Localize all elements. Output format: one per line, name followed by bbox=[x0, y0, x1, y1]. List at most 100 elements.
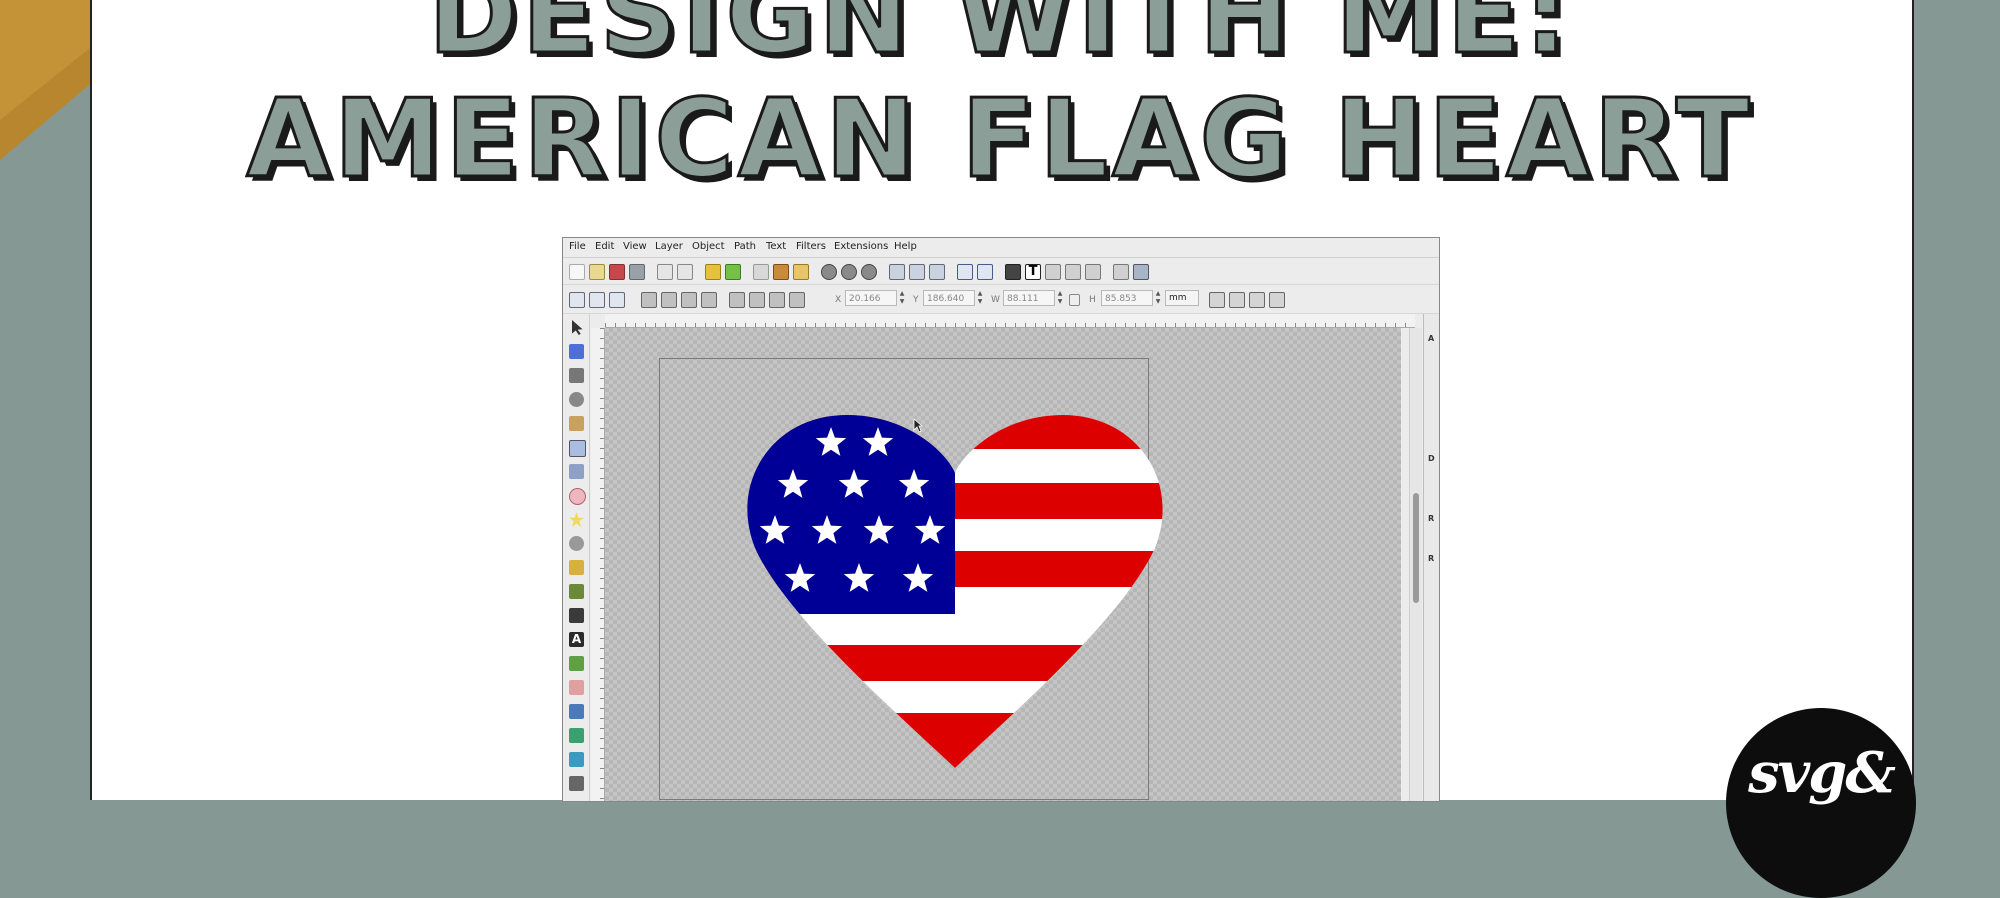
raise-icon[interactable] bbox=[749, 292, 765, 308]
ellipse-tool-icon[interactable] bbox=[569, 488, 586, 505]
unlink-clone-icon[interactable] bbox=[929, 264, 945, 280]
spiral-tool-icon[interactable] bbox=[569, 536, 584, 551]
menu-view[interactable]: View bbox=[623, 241, 647, 252]
measure-tool-icon[interactable] bbox=[569, 416, 584, 431]
import-icon[interactable] bbox=[657, 264, 673, 280]
menu-help[interactable]: Help bbox=[894, 241, 917, 252]
clone-icon[interactable] bbox=[909, 264, 925, 280]
fill-stroke-icon[interactable] bbox=[1005, 264, 1021, 280]
dock-label-r2: R bbox=[1428, 554, 1435, 563]
x-field[interactable]: 20.166 bbox=[845, 290, 897, 306]
export-icon[interactable] bbox=[677, 264, 693, 280]
align-distribute-icon[interactable] bbox=[1085, 264, 1101, 280]
xml-editor-icon[interactable] bbox=[1065, 264, 1081, 280]
raise-to-top-icon[interactable] bbox=[729, 292, 745, 308]
page-title-line-1: DESIGN WITH ME: bbox=[427, 0, 1572, 78]
print-icon[interactable] bbox=[629, 264, 645, 280]
h-field[interactable]: 85.853 bbox=[1101, 290, 1153, 306]
h-label: H bbox=[1089, 295, 1096, 305]
scrollbar-thumb[interactable] bbox=[1413, 493, 1419, 603]
mouse-cursor-icon bbox=[913, 418, 923, 433]
pencil-tool-icon[interactable] bbox=[569, 560, 584, 575]
zoom-drawing-icon[interactable] bbox=[841, 264, 857, 280]
lock-ratio-icon[interactable] bbox=[1069, 294, 1080, 306]
w-field[interactable]: 88.111 bbox=[1003, 290, 1055, 306]
document-properties-icon[interactable] bbox=[1113, 264, 1129, 280]
paste-icon[interactable] bbox=[793, 264, 809, 280]
toolbox: A bbox=[563, 314, 590, 801]
transform-patterns-icon[interactable] bbox=[1269, 292, 1285, 308]
lower-to-bottom-icon[interactable] bbox=[789, 292, 805, 308]
flip-vertical-icon[interactable] bbox=[701, 292, 717, 308]
rectangle-tool-icon[interactable] bbox=[569, 440, 586, 457]
menu-text[interactable]: Text bbox=[766, 241, 786, 252]
save-icon[interactable] bbox=[609, 264, 625, 280]
menu-extensions[interactable]: Extensions bbox=[834, 241, 888, 252]
unit-select[interactable]: mm bbox=[1165, 290, 1199, 306]
spray-tool-icon[interactable] bbox=[569, 656, 584, 671]
dock-label-d: D bbox=[1428, 454, 1435, 463]
layers-icon[interactable] bbox=[1045, 264, 1061, 280]
y-spin-arrows-icon[interactable]: ▲ ▼ bbox=[976, 290, 984, 306]
rotate-ccw-icon[interactable] bbox=[641, 292, 657, 308]
dock-panel: A D R R bbox=[1423, 314, 1439, 801]
x-spin-arrows-icon[interactable]: ▲ ▼ bbox=[898, 290, 906, 306]
gradient-tool-icon[interactable] bbox=[569, 728, 584, 743]
flag-stripe-red bbox=[747, 645, 1163, 681]
pen-tool-icon[interactable] bbox=[569, 584, 584, 599]
menu-layer[interactable]: Layer bbox=[655, 241, 683, 252]
menu-edit[interactable]: Edit bbox=[595, 241, 614, 252]
zoom-page-icon[interactable] bbox=[861, 264, 877, 280]
preferences-icon[interactable] bbox=[1133, 264, 1149, 280]
scale-stroke-icon[interactable] bbox=[1209, 292, 1225, 308]
american-flag-heart[interactable] bbox=[747, 413, 1163, 773]
lower-icon[interactable] bbox=[769, 292, 785, 308]
redo-icon[interactable] bbox=[725, 264, 741, 280]
eraser-tool-icon[interactable] bbox=[569, 680, 584, 695]
transform-gradients-icon[interactable] bbox=[1249, 292, 1265, 308]
open-folder-icon[interactable] bbox=[589, 264, 605, 280]
paint-bucket-tool-icon[interactable] bbox=[569, 704, 584, 719]
brand-logo-text: svg& bbox=[1748, 740, 1896, 806]
h-spin-arrows-icon[interactable]: ▲ ▼ bbox=[1154, 290, 1162, 306]
undo-icon[interactable] bbox=[705, 264, 721, 280]
duplicate-icon[interactable] bbox=[889, 264, 905, 280]
flip-horizontal-icon[interactable] bbox=[681, 292, 697, 308]
menu-file[interactable]: File bbox=[569, 241, 586, 252]
w-label: W bbox=[991, 295, 1000, 305]
menu-filters[interactable]: Filters bbox=[796, 241, 826, 252]
menu-path[interactable]: Path bbox=[734, 241, 756, 252]
calligraphy-tool-icon[interactable] bbox=[569, 608, 584, 623]
menu-object[interactable]: Object bbox=[692, 241, 725, 252]
vertical-ruler bbox=[591, 328, 605, 801]
w-spin-arrows-icon[interactable]: ▲ ▼ bbox=[1056, 290, 1064, 306]
selector-tool-icon[interactable] bbox=[572, 320, 583, 335]
star-tool-icon[interactable] bbox=[569, 512, 584, 527]
text-font-icon[interactable]: T bbox=[1025, 264, 1041, 280]
cut-icon[interactable] bbox=[773, 264, 789, 280]
vertical-scrollbar[interactable] bbox=[1409, 328, 1422, 801]
zoom-selection-icon[interactable] bbox=[821, 264, 837, 280]
y-label: Y bbox=[913, 295, 919, 305]
3d-box-tool-icon[interactable] bbox=[569, 464, 584, 479]
ungroup-icon[interactable] bbox=[977, 264, 993, 280]
new-document-icon[interactable] bbox=[569, 264, 585, 280]
dropper-tool-icon[interactable] bbox=[569, 776, 584, 791]
commands-toolbar: T bbox=[563, 258, 1439, 285]
node-tool-icon[interactable] bbox=[569, 344, 584, 359]
scale-corners-icon[interactable] bbox=[1229, 292, 1245, 308]
y-field[interactable]: 186.640 bbox=[923, 290, 975, 306]
menu-bar: File Edit View Layer Object Path Text Fi… bbox=[563, 238, 1439, 258]
deselect-icon[interactable] bbox=[609, 292, 625, 308]
rotate-cw-icon[interactable] bbox=[661, 292, 677, 308]
x-label: X bbox=[835, 295, 842, 305]
horizontal-ruler bbox=[605, 314, 1415, 328]
mesh-tool-icon[interactable] bbox=[569, 752, 584, 767]
tweak-tool-icon[interactable] bbox=[569, 368, 584, 383]
select-all-icon[interactable] bbox=[569, 292, 585, 308]
group-icon[interactable] bbox=[957, 264, 973, 280]
zoom-tool-icon[interactable] bbox=[569, 392, 584, 407]
text-tool-icon[interactable]: A bbox=[569, 632, 584, 647]
select-all-layers-icon[interactable] bbox=[589, 292, 605, 308]
copy-icon[interactable] bbox=[753, 264, 769, 280]
